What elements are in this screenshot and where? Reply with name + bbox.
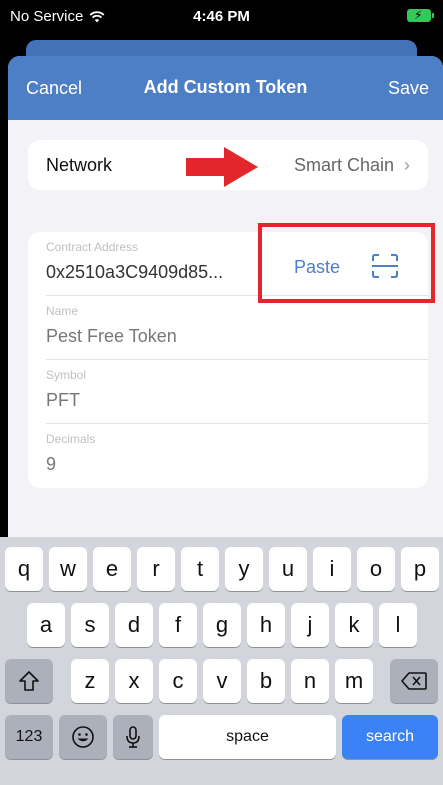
search-key[interactable]: search [342, 715, 438, 759]
save-button[interactable]: Save [388, 78, 429, 99]
microphone-icon [126, 726, 140, 748]
key-x[interactable]: x [115, 659, 153, 703]
contract-address-input[interactable]: 0x2510a3C9409d85... [46, 262, 223, 283]
key-a[interactable]: a [27, 603, 65, 647]
name-field[interactable]: Name Pest Free Token [28, 296, 428, 360]
key-h[interactable]: h [247, 603, 285, 647]
key-d[interactable]: d [115, 603, 153, 647]
key-j[interactable]: j [291, 603, 329, 647]
chevron-right-icon: › [404, 155, 410, 175]
key-w[interactable]: w [49, 547, 87, 591]
key-l[interactable]: l [379, 603, 417, 647]
name-input[interactable]: Pest Free Token [46, 326, 177, 347]
emoji-smiley-icon [72, 726, 94, 748]
page-title: Add Custom Token [143, 77, 308, 97]
network-label: Network [46, 155, 113, 175]
numbers-key[interactable]: 123 [5, 715, 53, 759]
network-value: Smart Chain [293, 155, 394, 175]
key-n[interactable]: n [291, 659, 329, 703]
key-s[interactable]: s [71, 603, 109, 647]
delete-key[interactable] [390, 659, 438, 703]
network-value-group: Smart Chain › [294, 155, 410, 176]
key-e[interactable]: e [93, 547, 131, 591]
decimals-input[interactable]: 9 [46, 454, 56, 475]
key-c[interactable]: c [159, 659, 197, 703]
key-o[interactable]: o [357, 547, 395, 591]
emoji-key[interactable] [59, 715, 107, 759]
key-v[interactable]: v [203, 659, 241, 703]
key-g[interactable]: g [203, 603, 241, 647]
navigation-bar: Cancel Add Custom Token Save [8, 56, 443, 120]
key-y[interactable]: y [225, 547, 263, 591]
key-b[interactable]: b [247, 659, 285, 703]
shift-arrow-icon [19, 671, 39, 691]
dictation-key[interactable] [113, 715, 153, 759]
key-f[interactable]: f [159, 603, 197, 647]
battery-charging-icon: ⚡ [407, 8, 434, 22]
key-i[interactable]: i [313, 547, 351, 591]
backspace-icon [401, 672, 427, 690]
key-m[interactable]: m [335, 659, 373, 703]
status-bar: No Service 4:46 PM ⚡ [0, 0, 443, 34]
status-time: 4:46 PM [193, 8, 250, 25]
key-r[interactable]: r [137, 547, 175, 591]
keyboard: q w e r t y u i o p a s d f g h j k l z … [0, 537, 443, 785]
red-arrow-annotation-icon [186, 147, 258, 187]
key-p[interactable]: p [401, 547, 439, 591]
name-label: Name [46, 304, 79, 318]
key-z[interactable]: z [71, 659, 109, 703]
red-highlight-annotation [258, 223, 435, 303]
key-u[interactable]: u [269, 547, 307, 591]
decimals-label: Decimals [46, 432, 96, 446]
space-key[interactable]: space [159, 715, 336, 759]
decimals-field[interactable]: Decimals 9 [28, 424, 428, 488]
key-k[interactable]: k [335, 603, 373, 647]
key-t[interactable]: t [181, 547, 219, 591]
key-q[interactable]: q [5, 547, 43, 591]
symbol-label: Symbol [46, 368, 87, 382]
symbol-input[interactable]: PFT [46, 390, 80, 411]
shift-key[interactable] [5, 659, 53, 703]
symbol-field[interactable]: Symbol PFT [28, 360, 428, 424]
contract-address-label: Contract Address [46, 240, 139, 254]
